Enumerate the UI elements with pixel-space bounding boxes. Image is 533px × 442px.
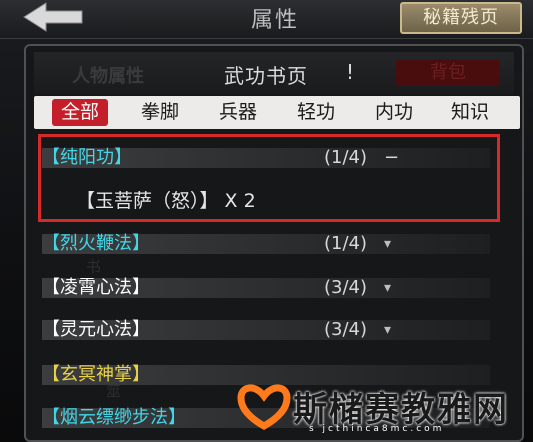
dialog-header: 人物属性 武功书页 ! 背包	[34, 52, 514, 94]
page-title: 属性	[250, 8, 299, 33]
skill-progress: (3/4)	[324, 319, 368, 340]
skill-name: 【烈火鞭法】	[42, 233, 150, 254]
tab-fist[interactable]: 拳脚	[132, 99, 188, 126]
skill-row[interactable]: 【凌霄心法】 (3/4) ▾	[42, 275, 490, 301]
watermark-logo-icon	[237, 384, 291, 430]
game-screen: 属性 秘籍残页 人物属性 武功书页 ! 背包 书 筮 全部 拳脚 兵器 轻功 内…	[0, 0, 533, 442]
tab-all[interactable]: 全部	[52, 99, 108, 126]
category-tabs: 全部 拳脚 兵器 轻功 内功 知识	[34, 96, 520, 129]
watermark: 斯槠赛教雅网 s jcthinca8mc.com	[233, 376, 533, 442]
top-bar: 属性 秘籍残页	[0, 0, 533, 39]
highlight-box	[38, 134, 500, 222]
skill-row[interactable]: 【灵元心法】 (3/4) ▾	[42, 317, 490, 343]
tab-knowledge[interactable]: 知识	[442, 99, 498, 126]
background-ghost-text: 书	[86, 258, 102, 276]
back-button[interactable]	[0, 0, 92, 34]
tab-weapon[interactable]: 兵器	[210, 99, 266, 126]
skill-progress: (1/4)	[324, 233, 368, 254]
skill-name: 【烟云缥缈步法】	[42, 407, 186, 428]
tab-internal[interactable]: 内功	[366, 99, 422, 126]
watermark-url: s jcthinca8mc.com	[309, 424, 445, 434]
tab-character-attributes[interactable]: 人物属性	[72, 62, 144, 88]
dialog-title: 武功书页	[224, 64, 308, 88]
tab-bag[interactable]: 背包	[396, 60, 500, 86]
skill-name: 【灵元心法】	[42, 319, 150, 340]
chevron-down-icon[interactable]: ▾	[384, 275, 391, 301]
skill-progress: (3/4)	[324, 277, 368, 298]
tab-lightness[interactable]: 轻功	[288, 99, 344, 126]
back-arrow-icon	[23, 2, 83, 32]
skill-name: 【凌霄心法】	[42, 277, 150, 298]
exclamation-icon: !	[346, 60, 355, 84]
skill-name: 【玄冥神掌】	[42, 364, 150, 385]
chevron-down-icon[interactable]: ▾	[384, 317, 391, 343]
skill-row[interactable]: 【烈火鞭法】 (1/4) ▾	[42, 231, 490, 257]
manual-fragments-button[interactable]: 秘籍残页	[400, 2, 522, 34]
chevron-down-icon[interactable]: ▾	[384, 231, 391, 257]
